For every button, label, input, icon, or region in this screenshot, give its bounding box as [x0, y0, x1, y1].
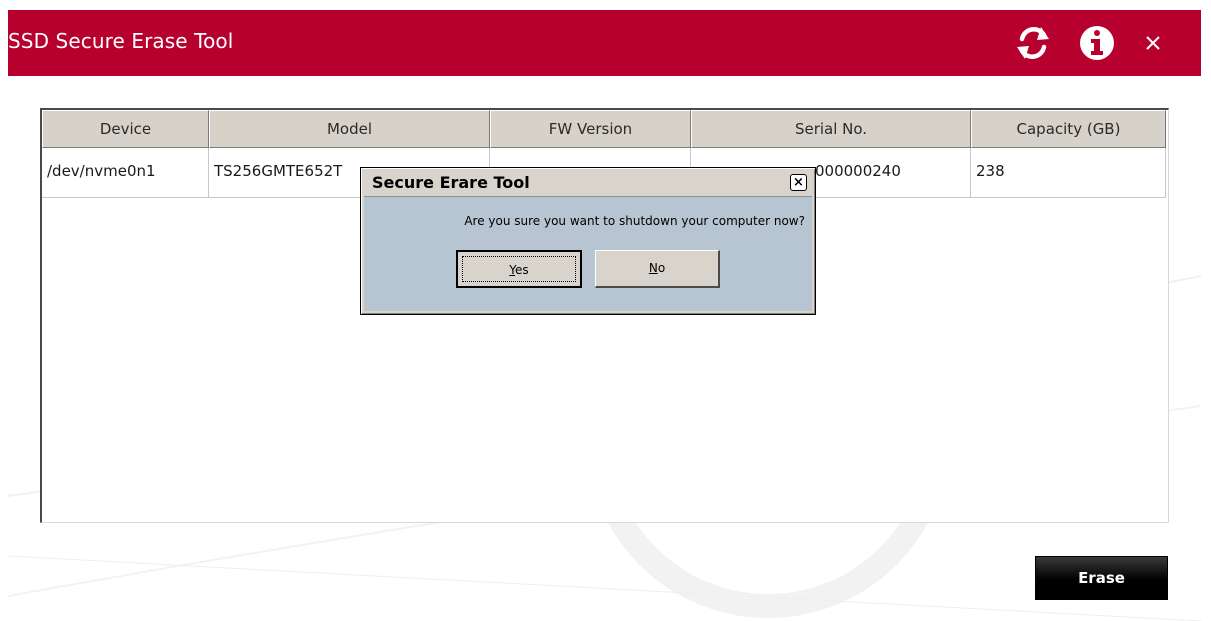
- no-mnemonic: N: [648, 261, 658, 275]
- column-header-device[interactable]: Device: [42, 110, 209, 148]
- info-icon[interactable]: [1077, 21, 1117, 65]
- yes-button[interactable]: Yes: [456, 250, 582, 288]
- yes-button-focus-ring: Yes: [462, 256, 576, 282]
- dialog-close-icon[interactable]: ×: [790, 174, 807, 191]
- erase-button[interactable]: Erase: [1035, 556, 1168, 600]
- app-title: SSD Secure Erase Tool: [8, 29, 234, 53]
- cell-capacity: 238: [971, 148, 1166, 198]
- cell-device: /dev/nvme0n1: [42, 148, 209, 198]
- yes-label-rest: es: [515, 263, 529, 277]
- confirm-dialog: Secure Erare Tool × Are you sure you wan…: [360, 167, 816, 315]
- close-icon[interactable]: [1140, 30, 1166, 56]
- refresh-icon[interactable]: [1013, 21, 1053, 65]
- title-bar: SSD Secure Erase Tool: [8, 10, 1201, 76]
- app-window: SSD Secure Erase Tool Device Model FW Ve…: [8, 10, 1201, 621]
- no-label-rest: o: [657, 261, 666, 275]
- column-header-serial-no[interactable]: Serial No.: [691, 110, 971, 148]
- dialog-body: Are you sure you want to shutdown your c…: [364, 196, 812, 311]
- no-button[interactable]: No: [595, 250, 720, 288]
- column-header-capacity[interactable]: Capacity (GB): [971, 110, 1166, 148]
- dialog-title-bar: Secure Erare Tool ×: [364, 171, 812, 195]
- dialog-title: Secure Erare Tool: [372, 173, 530, 192]
- column-header-fw-version[interactable]: FW Version: [490, 110, 691, 148]
- table-header: Device Model FW Version Serial No. Capac…: [42, 110, 1168, 148]
- dialog-message: Are you sure you want to shutdown your c…: [464, 214, 805, 228]
- column-header-model[interactable]: Model: [209, 110, 490, 148]
